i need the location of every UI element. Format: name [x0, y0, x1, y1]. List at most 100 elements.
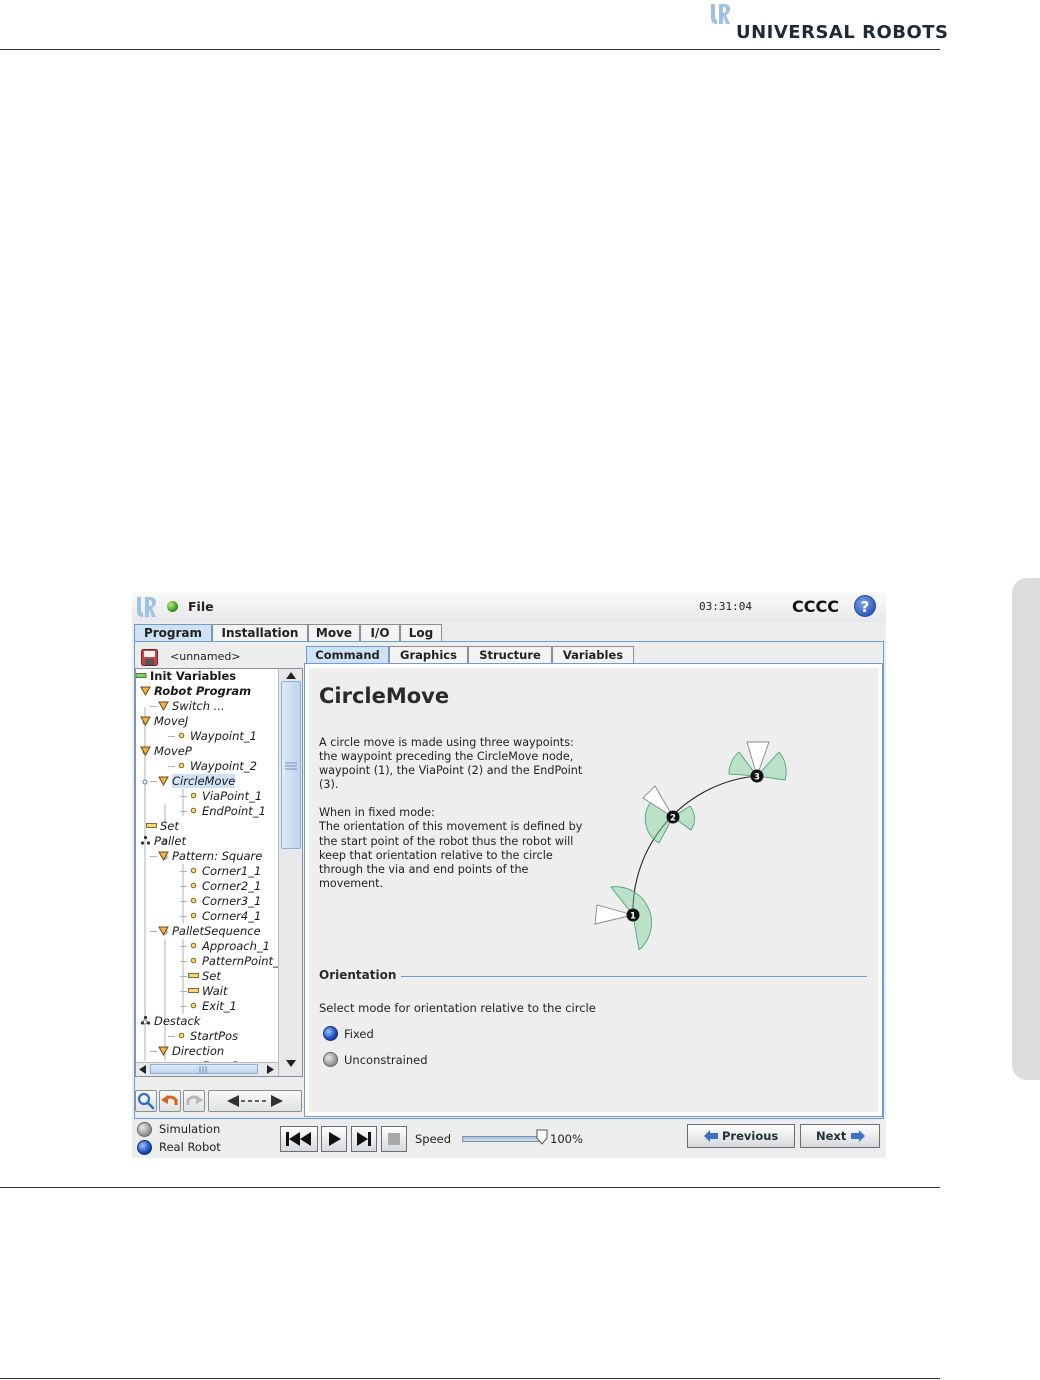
tree-item-label: Robot Program: [154, 684, 252, 698]
tree-item[interactable]: PalletSequence: [158, 924, 261, 939]
waypoint-dot-icon: [190, 792, 197, 799]
previous-button[interactable]: Previous: [687, 1124, 795, 1148]
tree-item-label: CircleMove: [172, 774, 236, 788]
tree-item[interactable]: Wait: [188, 984, 228, 999]
orientation-divider: [401, 976, 867, 977]
radio-fixed[interactable]: [323, 1026, 338, 1041]
redo-button[interactable]: [183, 1090, 205, 1112]
tree-vertical-scrollbar[interactable]: [278, 669, 302, 1076]
scroll-right-icon[interactable]: [267, 1065, 274, 1074]
tree-item-label: Wait: [202, 984, 228, 998]
radio-simulation[interactable]: [137, 1122, 152, 1137]
radio-unconstrained[interactable]: [323, 1052, 338, 1067]
waypoint-dot-icon: [190, 867, 197, 874]
set-bar-icon: [188, 988, 199, 993]
scroll-up-icon[interactable]: [286, 672, 296, 679]
radio-fixed-label[interactable]: Fixed: [344, 1027, 374, 1041]
waypoint-dot-icon: [190, 1002, 197, 1009]
tree-item[interactable]: Robot Program: [140, 684, 251, 699]
program-name: <unnamed>: [170, 650, 241, 663]
tab-log[interactable]: Log: [400, 624, 442, 641]
undo-icon: [161, 1095, 178, 1105]
tree-item[interactable]: CircleMove: [158, 774, 236, 789]
tab-variables[interactable]: Variables: [552, 646, 634, 663]
real-robot-label[interactable]: Real Robot: [159, 1140, 221, 1154]
tree-item[interactable]: Init Variables: [136, 669, 236, 684]
tree-item-label: Switch ...: [172, 699, 225, 713]
tab-move[interactable]: Move: [308, 624, 360, 641]
tree-item[interactable]: Set: [146, 819, 179, 834]
program-tree[interactable]: Init Variables Robot Program Switch ... Mov…: [135, 668, 303, 1077]
file-menu[interactable]: File: [188, 599, 214, 614]
tree-item[interactable]: Exit_1: [188, 999, 237, 1014]
scroll-down-icon[interactable]: [286, 1060, 296, 1067]
circle-move-diagram: 1 2 3: [594, 741, 787, 950]
tree-item[interactable]: StartPos: [176, 1029, 238, 1044]
simulation-label[interactable]: Simulation: [159, 1122, 220, 1136]
help-button[interactable]: ?: [854, 595, 876, 617]
next-button[interactable]: Next: [800, 1124, 880, 1148]
tree-item[interactable]: Pattern: Square: [158, 849, 262, 864]
tree-item[interactable]: MoveP: [140, 744, 192, 759]
tree-item-label: PatternPoint_1: [202, 954, 287, 968]
play-button[interactable]: [321, 1126, 347, 1152]
set-bar-icon: [146, 823, 157, 828]
tab-io[interactable]: I/O: [360, 624, 400, 641]
orientation-heading: Orientation: [319, 968, 397, 982]
ur-logo-icon: [711, 4, 730, 24]
waypoint-2-label: 2: [670, 814, 676, 824]
tree-item[interactable]: Corner4_1: [188, 909, 261, 924]
tree-item[interactable]: Waypoint_1: [176, 729, 257, 744]
rewind-icon: [286, 1132, 311, 1146]
play-icon: [329, 1132, 341, 1146]
tree-item-label: Set: [202, 969, 221, 983]
tree-item[interactable]: MoveJ: [140, 714, 188, 729]
tree-item[interactable]: Waypoint_2: [176, 759, 257, 774]
tab-graphics[interactable]: Graphics: [389, 646, 468, 663]
set-bar-icon: [188, 973, 199, 978]
stop-button[interactable]: [381, 1126, 407, 1152]
tab-structure[interactable]: Structure: [468, 646, 552, 663]
tree-item[interactable]: Set: [188, 969, 221, 984]
triangle-down-icon: [158, 776, 169, 787]
search-button[interactable]: [135, 1090, 157, 1112]
tree-hscroll-thumb[interactable]: [150, 1064, 258, 1074]
next-button-label: Next: [816, 1129, 847, 1143]
speed-slider-knob[interactable]: [536, 1129, 548, 1145]
ur-logo-icon[interactable]: [134, 595, 158, 619]
tree-scroll-thumb[interactable]: [281, 681, 301, 849]
tree-item[interactable]: Corner1_1: [188, 864, 261, 879]
tab-installation[interactable]: Installation: [212, 624, 308, 641]
tree-item[interactable]: Direction: [158, 1044, 224, 1059]
tab-command[interactable]: Command: [306, 646, 389, 663]
tree-item-label: Init Variables: [150, 669, 237, 683]
rewind-button[interactable]: [280, 1126, 318, 1152]
step-forward-icon: [357, 1132, 371, 1146]
tab-program[interactable]: Program: [134, 624, 212, 642]
init-bar-icon: [136, 673, 147, 678]
tree-item-label: MoveJ: [154, 714, 189, 728]
tree-item-label: Pattern: Square: [172, 849, 263, 863]
tree-item[interactable]: Corner2_1: [188, 879, 261, 894]
tree-item[interactable]: Corner3_1: [188, 894, 261, 909]
undo-button[interactable]: [159, 1090, 181, 1112]
speed-slider[interactable]: [462, 1136, 544, 1142]
tree-item[interactable]: ViaPoint_1: [188, 789, 262, 804]
save-icon[interactable]: [141, 649, 158, 666]
tree-item[interactable]: Pallet: [140, 834, 186, 849]
tree-horizontal-scrollbar[interactable]: [136, 1062, 278, 1076]
radio-real-robot[interactable]: [137, 1140, 152, 1155]
tree-item[interactable]: Destack: [140, 1014, 200, 1029]
tree-item[interactable]: Switch ...: [158, 699, 225, 714]
move-node-button[interactable]: [208, 1090, 302, 1112]
footer-rule-top: [0, 1187, 940, 1188]
tree-item[interactable]: PatternPoint_1: [188, 954, 286, 969]
tree-item[interactable]: Approach_1: [188, 939, 270, 954]
waypoint-dot-icon: [178, 1032, 185, 1039]
tree-item[interactable]: EndPoint_1: [188, 804, 266, 819]
step-button[interactable]: [351, 1126, 377, 1152]
status-indicator-icon: [167, 601, 178, 612]
radio-unconstrained-label[interactable]: Unconstrained: [344, 1053, 428, 1067]
scroll-left-icon[interactable]: [139, 1065, 146, 1074]
triangle-down-icon: [140, 716, 151, 727]
